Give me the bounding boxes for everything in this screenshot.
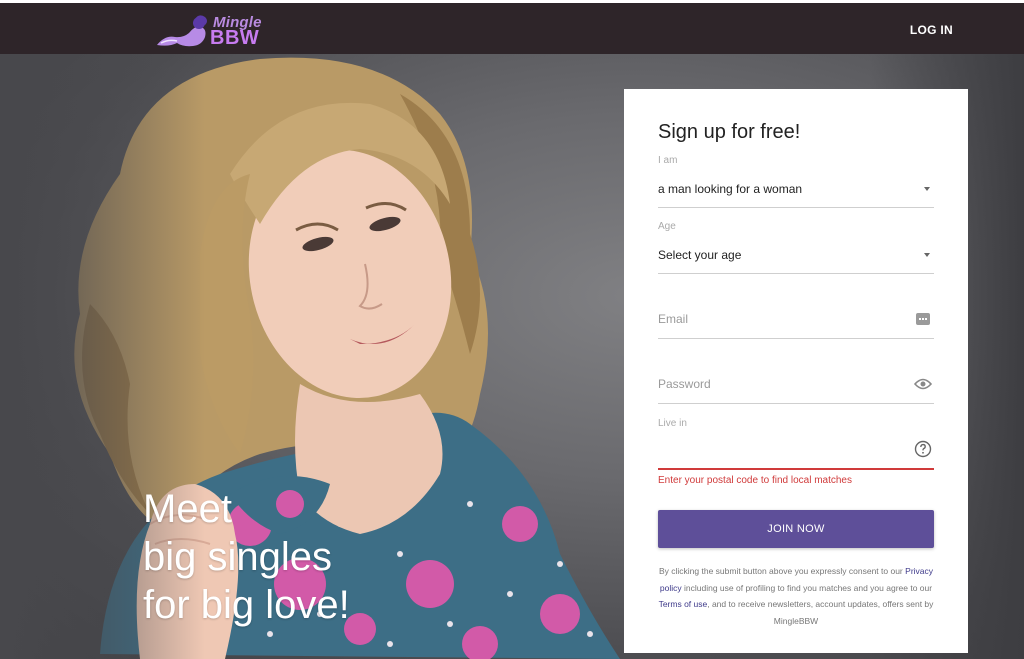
age-label: Age [658,221,676,232]
i-am-label: I am [658,155,678,166]
i-am-value: a man looking for a woman [658,182,803,196]
email-field[interactable]: Email [658,299,934,341]
email-placeholder: Email [658,312,689,326]
tagline-line-1: Meet [143,487,232,531]
logo-word-bbw: BBW [210,27,260,49]
signup-card: Sign up for free! I am a man looking for… [624,89,968,653]
live-in-error-message: Enter your postal code to find local mat… [658,475,852,486]
i-am-underline [658,207,934,208]
password-underline [658,403,934,404]
consent-part-3: , and to receive newsletters, account up… [707,599,934,626]
signup-title: Sign up for free! [658,121,801,143]
consent-part-2: including use of profiling to find you m… [684,582,933,593]
logo-figure-icon [157,15,207,47]
live-in-label: Live in [658,418,687,429]
keyboard-icon[interactable] [916,312,930,326]
live-in-underline [658,468,934,470]
age-underline [658,273,934,274]
eye-icon[interactable] [914,378,932,390]
age-value: Select your age [658,248,742,262]
i-am-dropdown-arrow-icon [924,187,930,191]
login-link[interactable]: LOG IN [910,23,953,37]
consent-text: By clicking the submit button above you … [652,563,940,629]
age-select[interactable]: Age Select your age [658,221,934,276]
hero-tagline: Meet big singles for big love! [143,485,350,629]
password-placeholder: Password [658,377,711,391]
i-am-select[interactable]: I am a man looking for a woman [658,155,934,210]
tagline-line-2: big singles [143,535,333,579]
email-underline [658,338,934,339]
password-field[interactable]: Password [658,364,934,406]
top-header: Mingle BBW LOG IN [0,0,1024,54]
terms-of-use-link[interactable]: Terms of use [659,599,708,609]
question-circle-icon[interactable] [914,440,932,458]
live-in-field[interactable]: Live in [658,418,934,472]
age-dropdown-arrow-icon [924,253,930,257]
site-logo[interactable]: Mingle BBW [155,11,275,51]
join-now-button[interactable]: JOIN NOW [658,510,934,548]
consent-part-1: By clicking the submit button above you … [658,566,903,576]
tagline-line-3: for big love! [143,583,350,627]
